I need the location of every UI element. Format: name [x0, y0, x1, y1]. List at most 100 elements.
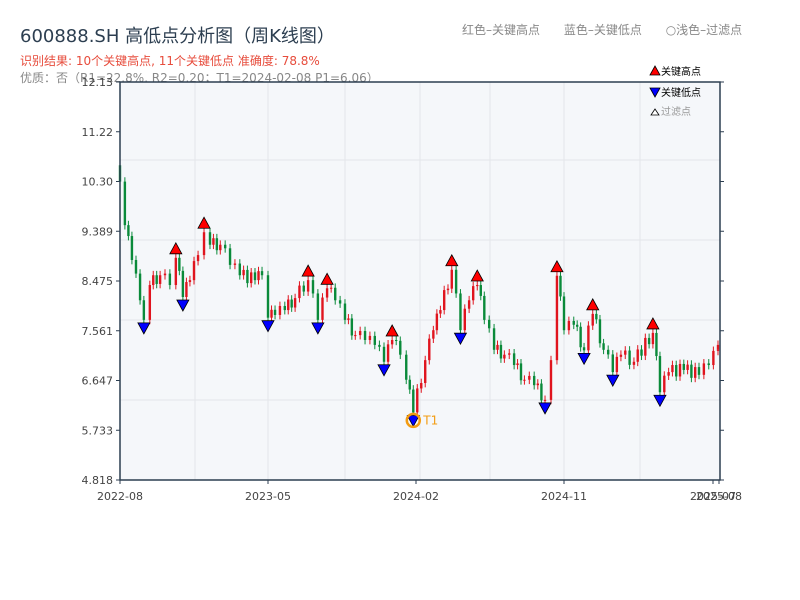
candle-body	[386, 344, 390, 362]
legend-low-label: 关键低点	[661, 86, 701, 99]
candle-body	[658, 356, 662, 393]
candle-body	[454, 269, 458, 294]
candle-body	[640, 349, 643, 356]
candle-body	[399, 340, 402, 355]
candle-body	[219, 244, 222, 251]
candle-body	[412, 389, 415, 413]
candle-body	[142, 300, 146, 320]
candle-body	[152, 275, 155, 286]
candle-body	[354, 335, 357, 337]
candle-body	[519, 363, 523, 381]
candle-body	[178, 257, 181, 271]
candle-body	[707, 363, 710, 366]
candle-body	[644, 337, 647, 356]
candle-body	[712, 350, 715, 366]
candle-body	[636, 349, 639, 362]
candle-body	[562, 296, 566, 331]
candle-body	[155, 275, 158, 284]
candle-body	[439, 310, 442, 314]
candle-body	[416, 388, 419, 413]
candle-body	[233, 263, 237, 265]
y-tick-label: 12.13	[82, 76, 114, 89]
legend-high-icon	[649, 65, 661, 76]
candle-body	[428, 338, 431, 361]
candle-body	[181, 270, 185, 298]
x-tick-label: 2022-08	[97, 490, 143, 503]
candle-body	[158, 275, 162, 284]
candle-body	[242, 269, 245, 276]
candle-body	[467, 300, 471, 309]
candle-body	[368, 335, 372, 341]
candle-body	[192, 261, 196, 281]
candle-body	[690, 364, 693, 378]
candle-body	[512, 353, 516, 366]
candle-body	[212, 238, 215, 245]
candle-body	[249, 272, 253, 284]
candle-body	[697, 367, 701, 375]
y-tick-label: 4.818	[82, 474, 114, 487]
candle-body	[442, 290, 446, 311]
candle-body	[188, 280, 192, 283]
candle-body	[575, 324, 579, 327]
candlestick-chart: T1 4.818 5.733 6.647 7.561 8.475 9.389 10.30 11…	[82, 65, 742, 503]
candle-body	[283, 305, 287, 311]
candle-body	[647, 337, 651, 345]
x-tick-label: 2024-02	[393, 490, 439, 503]
candle-body	[559, 275, 562, 297]
candle-body	[246, 269, 249, 284]
candle-body	[624, 350, 627, 355]
candle-body	[663, 375, 666, 393]
candle-body	[587, 325, 590, 351]
candle-body	[202, 232, 206, 256]
candle-body	[358, 331, 362, 336]
candle-body	[435, 313, 439, 331]
candle-body	[446, 288, 450, 291]
candle-body	[523, 379, 526, 381]
candle-body	[667, 372, 670, 376]
candle-body	[138, 273, 142, 301]
candle-body	[306, 280, 310, 292]
candle-body	[185, 282, 188, 298]
legend-high-label: 关键高点	[661, 65, 701, 78]
candle-body	[127, 225, 130, 237]
candle-body	[316, 293, 320, 320]
candle-body	[598, 319, 602, 344]
candle-body	[215, 238, 219, 251]
legend-filtered-label: 过滤点	[661, 105, 691, 118]
candle-body	[321, 297, 324, 320]
candle-body	[298, 285, 301, 299]
candle-body	[334, 287, 337, 301]
candle-body	[602, 343, 605, 350]
candle-body	[595, 313, 598, 320]
y-tick-label: 8.475	[82, 275, 114, 288]
candle-body	[378, 344, 381, 347]
candle-body	[499, 344, 503, 359]
candle-body	[329, 287, 333, 289]
x-tick-label: 2023-05	[245, 490, 291, 503]
candle-body	[496, 344, 499, 350]
candle-body	[130, 236, 134, 260]
candle-body	[228, 248, 232, 265]
candle-body	[338, 300, 342, 304]
candle-body	[555, 275, 559, 361]
candle-body	[632, 361, 636, 365]
candle-body	[325, 288, 329, 298]
candle-body	[678, 363, 682, 377]
candle-body	[572, 320, 575, 325]
candle-body	[311, 280, 315, 294]
candle-body	[532, 375, 536, 386]
candle-body	[390, 340, 394, 345]
y-tick-label: 6.647	[82, 375, 114, 388]
candle-body	[424, 360, 427, 384]
candle-body	[536, 383, 539, 386]
candle-body	[619, 354, 623, 357]
candle-body	[651, 332, 655, 345]
candle-body	[223, 244, 227, 249]
candle-body	[123, 181, 127, 226]
candle-body	[408, 379, 411, 390]
candle-body	[208, 232, 212, 245]
candle-body	[463, 308, 466, 331]
x-tick-label: 2024-11	[541, 490, 587, 503]
candle-body	[196, 255, 200, 262]
candle-body	[543, 399, 547, 401]
